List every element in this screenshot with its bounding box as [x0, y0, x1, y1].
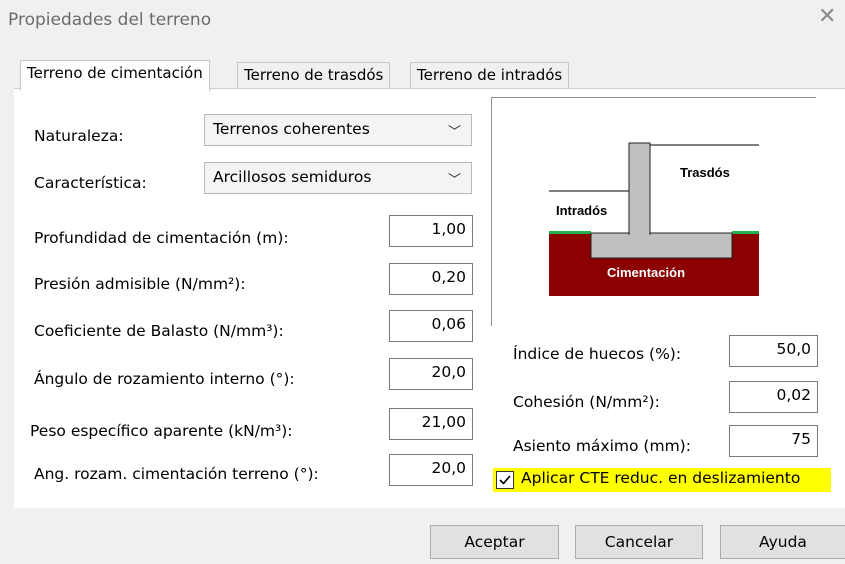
asiento-input[interactable]: 75 — [729, 425, 818, 457]
indice-label: Índice de huecos (%): — [513, 345, 682, 363]
cancel-button[interactable]: Cancelar — [575, 525, 703, 559]
peso-label: Peso específico aparente (kN/m³): — [30, 422, 293, 440]
tab-intrados[interactable]: Terreno de intradós — [410, 62, 570, 90]
tab-trasdos[interactable]: Terreno de trasdós — [237, 62, 391, 90]
help-button[interactable]: Ayuda — [720, 525, 845, 559]
cte-checkbox-label: Aplicar CTE reduc. en deslizamiento — [521, 469, 801, 487]
indice-input[interactable]: 50,0 — [729, 335, 818, 367]
cohesion-input[interactable]: 0,02 — [729, 381, 818, 413]
balasto-input[interactable]: 0,06 — [389, 310, 473, 342]
chevron-down-icon: ﹀ — [447, 173, 461, 188]
angulo-input[interactable]: 20,0 — [389, 358, 473, 390]
presion-label: Presión admisible (N/mm²): — [34, 275, 246, 293]
dialog-title: Propiedades del terreno — [8, 10, 212, 30]
asiento-label: Asiento máximo (mm): — [513, 437, 691, 455]
profundidad-label: Profundidad de cimentación (m): — [34, 229, 289, 247]
tab-cimentacion[interactable]: Terreno de cimentación — [20, 60, 210, 91]
caracteristica-label: Característica: — [34, 174, 147, 192]
cohesion-label: Cohesión (N/mm²): — [513, 393, 660, 411]
cte-checkbox-row[interactable]: Aplicar CTE reduc. en deslizamiento — [493, 468, 831, 492]
checkmark-icon — [499, 475, 511, 485]
ang-rozam-label: Ang. rozam. cimentación terreno (°): — [34, 465, 319, 483]
presion-input[interactable]: 0,20 — [389, 263, 473, 295]
caracteristica-value: Arcillosos semiduros — [213, 168, 372, 186]
naturaleza-select[interactable]: Terrenos coherentes ﹀ — [204, 114, 472, 146]
angulo-label: Ángulo de rozamiento interno (°): — [34, 370, 295, 388]
accept-button[interactable]: Aceptar — [430, 525, 559, 559]
diagram-frame — [491, 97, 816, 326]
caracteristica-select[interactable]: Arcillosos semiduros ﹀ — [204, 162, 472, 194]
close-icon[interactable]: ✕ — [818, 6, 836, 28]
peso-input[interactable]: 21,00 — [389, 408, 473, 440]
balasto-label: Coeficiente de Balasto (N/mm³): — [34, 322, 284, 340]
naturaleza-label: Naturaleza: — [34, 127, 124, 145]
profundidad-input[interactable]: 1,00 — [389, 215, 473, 247]
cte-checkbox[interactable] — [496, 471, 514, 489]
ang-rozam-input[interactable]: 20,0 — [389, 454, 473, 486]
naturaleza-value: Terrenos coherentes — [213, 120, 370, 138]
chevron-down-icon: ﹀ — [447, 125, 461, 140]
